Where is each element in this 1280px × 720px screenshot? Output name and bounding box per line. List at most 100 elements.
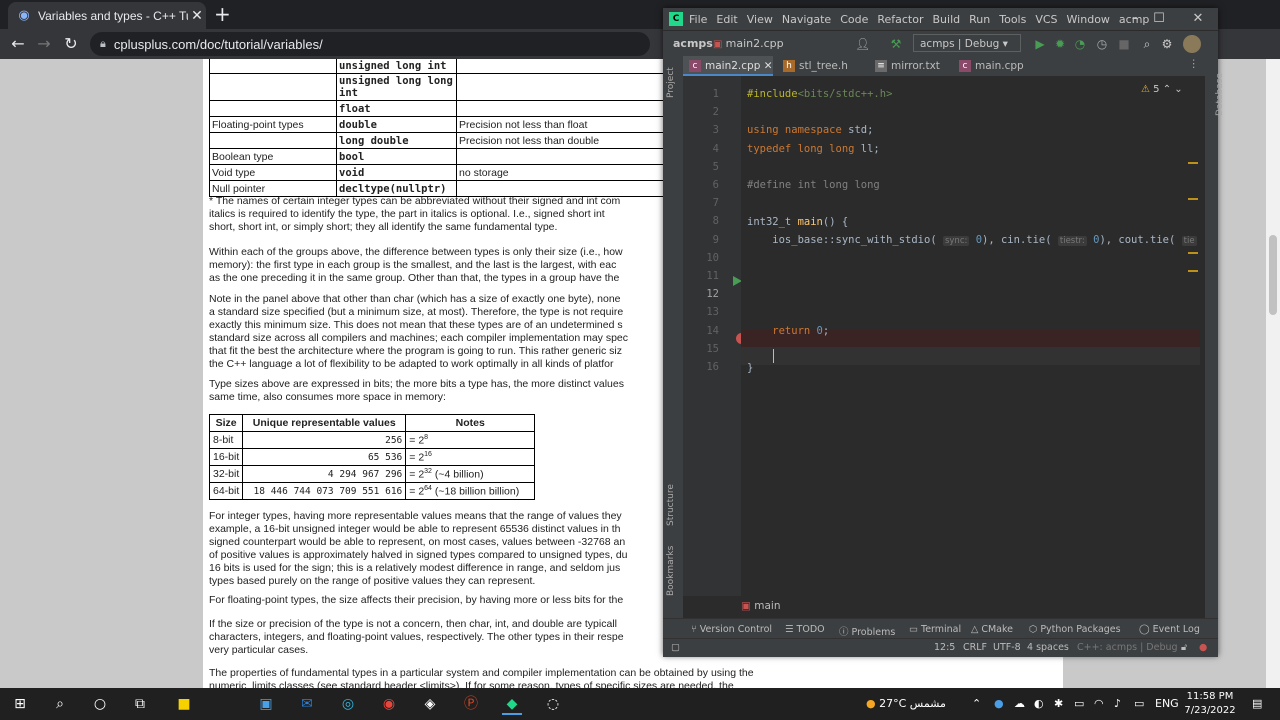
tab-main-cpp[interactable]: c main.cpp xyxy=(953,56,1057,76)
caret-position[interactable]: 12:5 xyxy=(934,642,955,653)
bookmarks-tool-tab[interactable]: Bookmarks xyxy=(666,546,676,596)
clion-logo-icon: C xyxy=(669,12,683,26)
coverage-icon[interactable]: ◔ xyxy=(1073,37,1087,51)
inspection-widget[interactable]: ⚠ 5 ⌃ ⌄ xyxy=(1141,84,1183,95)
mail-icon[interactable]: ✉ xyxy=(297,695,317,713)
python-packages-tool[interactable]: ⬡ Python Packages xyxy=(1029,624,1121,635)
warning-marker[interactable] xyxy=(1188,252,1198,254)
status-bar: ▢ 12:5 CRLF UTF-8 4 spaces C++: acmps | … xyxy=(663,638,1218,657)
code-editor[interactable]: #include<bits/stdc++.h> using namespace … xyxy=(741,76,1200,596)
menu-item[interactable]: View xyxy=(747,13,773,26)
browser-tab[interactable]: ◉ Variables and types - C++ Tutori ✕ xyxy=(8,2,206,29)
project-name[interactable]: acmps xyxy=(673,37,713,50)
battery-icon[interactable]: ▭ xyxy=(1134,697,1144,710)
page-scrollbar[interactable] xyxy=(1266,59,1280,688)
menu-item[interactable]: Code xyxy=(840,13,868,26)
scrollbar-thumb[interactable] xyxy=(1269,235,1277,315)
code-token: main xyxy=(797,216,823,228)
maximize-icon[interactable]: ☐ xyxy=(1149,11,1169,26)
volume-icon[interactable]: ♪ xyxy=(1114,697,1121,710)
chrome-icon[interactable]: ◉ xyxy=(379,695,399,713)
system-clock[interactable]: 11:58 PM 7/23/2022 xyxy=(1180,690,1240,718)
cortana-icon[interactable]: ○ xyxy=(90,695,110,713)
event-log-tool[interactable]: ◯ Event Log xyxy=(1139,624,1200,635)
warning-marker[interactable] xyxy=(1188,270,1198,272)
run-config-select[interactable]: acmps | Debug ▾ xyxy=(913,34,1021,52)
close-window-icon[interactable]: ✕ xyxy=(1188,11,1208,26)
display-icon[interactable]: ▭ xyxy=(1074,697,1084,710)
structure-tool-tab[interactable]: Structure xyxy=(666,484,676,526)
resolve-context[interactable]: C++: acmps | Debug xyxy=(1077,642,1178,653)
clion-icon[interactable]: ◆ xyxy=(502,695,522,715)
tray-app-icon[interactable]: ● xyxy=(994,697,1004,710)
davinci-icon[interactable]: ◈ xyxy=(420,695,440,713)
new-tab-icon[interactable]: + xyxy=(214,4,231,24)
project-tool-tab[interactable]: Project xyxy=(666,67,676,98)
param-hint: tiestr: xyxy=(1057,236,1087,246)
build-hammer-icon[interactable]: ⚒ xyxy=(889,37,903,51)
back-icon[interactable]: ← xyxy=(8,34,28,53)
windows-start-icon[interactable]: ⊞ xyxy=(10,695,30,713)
menu-item[interactable]: Build xyxy=(933,13,961,26)
tray-app2-icon[interactable]: ◐ xyxy=(1034,697,1044,710)
forward-icon[interactable]: → xyxy=(34,34,54,53)
code-breadcrumb[interactable]: ▣ main xyxy=(741,600,781,612)
edge-icon[interactable]: ◎ xyxy=(338,695,358,713)
powerpoint-icon[interactable]: Ⓟ xyxy=(461,695,481,713)
menu-item[interactable]: Run xyxy=(969,13,990,26)
cmake-tool[interactable]: △ CMake xyxy=(971,624,1013,635)
close-tab-icon[interactable]: ✕ xyxy=(188,8,206,24)
terminal-tool[interactable]: ▭ Terminal xyxy=(909,624,961,635)
file-encoding[interactable]: UTF-8 xyxy=(993,642,1021,653)
nav-file[interactable]: ▣ main2.cpp xyxy=(713,37,784,50)
menu-item[interactable]: Tools xyxy=(999,13,1026,26)
settings-gear-icon[interactable]: ⚙ xyxy=(1160,37,1174,51)
code-token: using namespace xyxy=(747,124,842,136)
store-icon[interactable]: ▣ xyxy=(256,695,276,713)
lock-icon[interactable]: 🔓︎ xyxy=(1181,642,1187,653)
chevron-down-icon[interactable]: ⌄ xyxy=(1174,84,1182,95)
stop-icon[interactable]: ■ xyxy=(1117,37,1131,51)
avatar[interactable] xyxy=(1183,35,1201,53)
more-tabs-icon[interactable]: ⋮ xyxy=(1189,58,1200,70)
weather-widget[interactable]: ● 27°C مشمس xyxy=(866,697,946,710)
menu-item[interactable]: Refactor xyxy=(877,13,923,26)
minimize-icon[interactable]: – xyxy=(1125,11,1145,26)
task-view-icon[interactable]: ⧉ xyxy=(130,695,150,713)
tray-chevron-icon[interactable]: ⌃ xyxy=(972,697,981,710)
indent-setting[interactable]: 4 spaces xyxy=(1027,642,1069,653)
menu-item[interactable]: Window xyxy=(1067,13,1110,26)
power-save-icon[interactable]: ● xyxy=(1199,642,1207,653)
panel-toggle-icon[interactable]: ▢ xyxy=(671,642,680,653)
wifi-icon[interactable]: ◠ xyxy=(1094,697,1104,710)
notifications-icon[interactable]: ▤ xyxy=(1252,697,1262,710)
run-icon[interactable]: ▶ xyxy=(1033,37,1047,51)
warning-marker[interactable] xyxy=(1188,162,1198,164)
menu-item[interactable]: VCS xyxy=(1035,13,1057,26)
address-bar[interactable]: 🔒︎ cplusplus.com/doc/tutorial/variables/ xyxy=(90,32,650,56)
menu-item[interactable]: Edit xyxy=(716,13,737,26)
type-note: Precision not less than double xyxy=(456,132,669,149)
reload-icon[interactable]: ↻ xyxy=(61,34,81,53)
tab-main2-cpp[interactable]: c main2.cpp ✕ xyxy=(683,56,773,76)
language-indicator[interactable]: ENG xyxy=(1155,697,1179,710)
line-separator[interactable]: CRLF xyxy=(963,642,987,653)
obs-icon[interactable]: ◌ xyxy=(543,695,563,713)
user-icon[interactable]: 👤︎ xyxy=(855,37,870,51)
onedrive-icon[interactable]: ☁ xyxy=(1014,697,1025,710)
warning-marker[interactable] xyxy=(1188,198,1198,200)
sticky-notes-icon[interactable]: ■ xyxy=(174,695,194,713)
search-icon[interactable]: ⌕ xyxy=(50,695,70,713)
database-tool-tab[interactable]: Database xyxy=(1215,73,1225,116)
search-icon[interactable]: ⌕ xyxy=(1140,37,1154,52)
chevron-up-icon[interactable]: ⌃ xyxy=(1163,84,1171,95)
bluetooth-icon[interactable]: ✱ xyxy=(1054,697,1063,710)
profile-icon[interactable]: ◷ xyxy=(1095,37,1109,51)
type-name: unsigned long long int xyxy=(336,73,457,101)
todo-tool[interactable]: ☰ TODO xyxy=(785,624,825,635)
problems-tool[interactable]: ⓘ Problems xyxy=(839,624,895,638)
menu-item[interactable]: Navigate xyxy=(782,13,831,26)
menu-item[interactable]: File xyxy=(689,13,707,26)
debug-icon[interactable]: ✹ xyxy=(1053,37,1067,51)
version-control-tool[interactable]: ⑂ Version Control xyxy=(691,624,772,635)
